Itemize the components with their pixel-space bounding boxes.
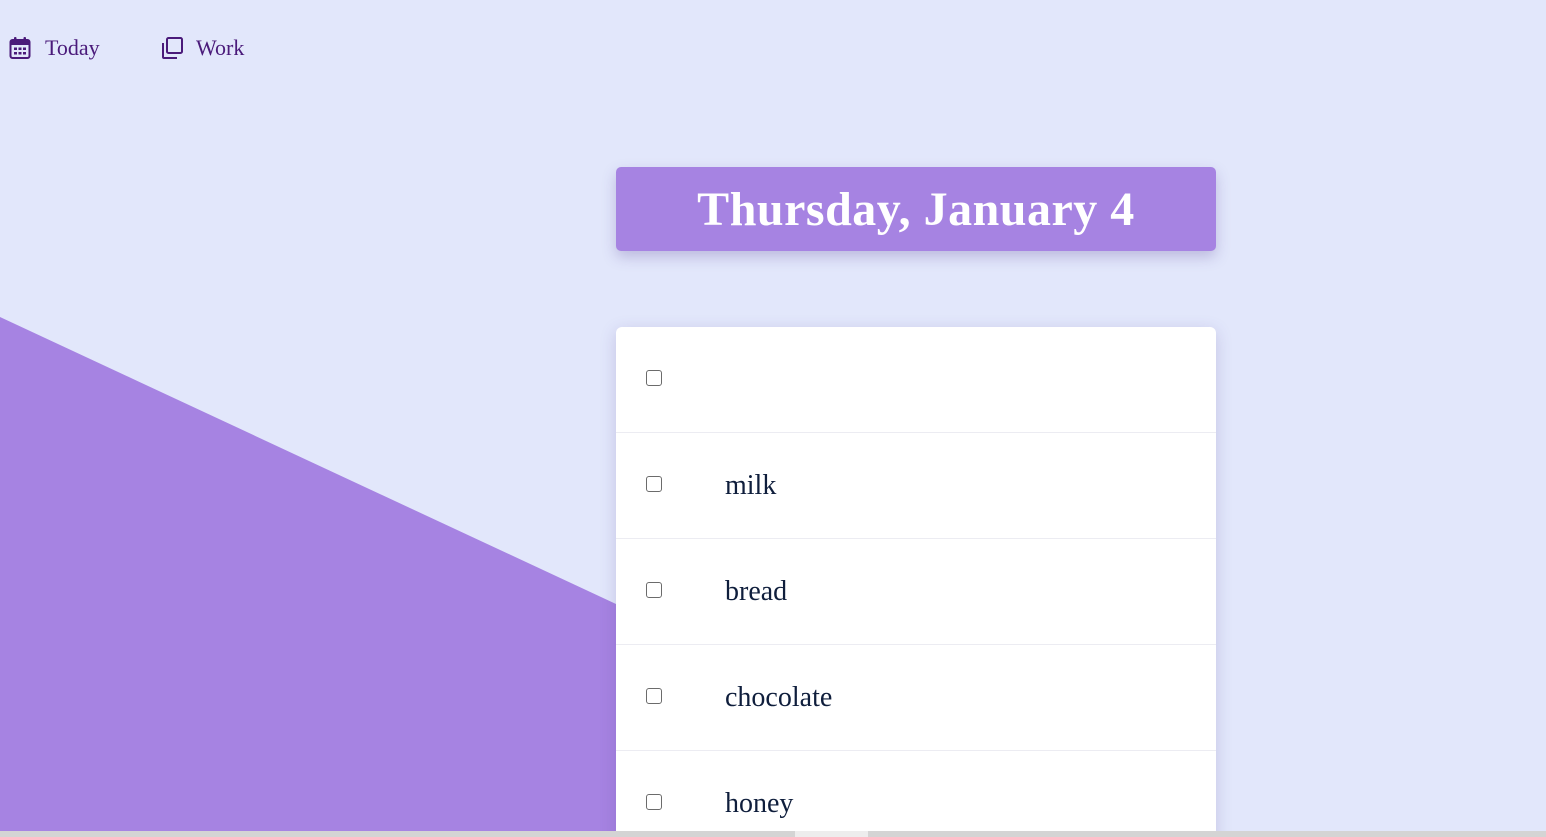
scrollbar-thumb[interactable] [795, 831, 868, 837]
item-text: chocolate [725, 682, 833, 713]
calendar-icon [9, 30, 33, 66]
item-text: milk [725, 470, 777, 501]
list-item: milk [616, 433, 1216, 539]
page-title: Thursday, January 4 [697, 182, 1135, 236]
item-text: honey [725, 788, 794, 819]
todo-list: milk bread chocolate honey [616, 327, 1216, 837]
item-checkbox[interactable] [646, 582, 662, 598]
new-item-checkbox[interactable] [646, 370, 662, 386]
new-item-row [616, 327, 1216, 433]
item-checkbox[interactable] [646, 688, 662, 704]
nav-item-today[interactable]: Today [9, 30, 100, 66]
nav-item-work[interactable]: Work [160, 30, 244, 66]
item-text: bread [725, 576, 788, 607]
copy-icon [160, 30, 184, 66]
list-item: honey [616, 751, 1216, 837]
list-item: bread [616, 539, 1216, 645]
horizontal-scrollbar[interactable] [0, 831, 1546, 837]
date-header: Thursday, January 4 [616, 167, 1216, 251]
nav-item-work-label: Work [196, 35, 245, 60]
item-checkbox[interactable] [646, 476, 662, 492]
new-item-input[interactable] [725, 357, 1189, 399]
nav-item-today-label: Today [45, 35, 100, 60]
item-checkbox[interactable] [646, 794, 662, 810]
list-item: chocolate [616, 645, 1216, 751]
app-page: Today Work Thursday, January 4 milk brea… [0, 0, 1546, 837]
